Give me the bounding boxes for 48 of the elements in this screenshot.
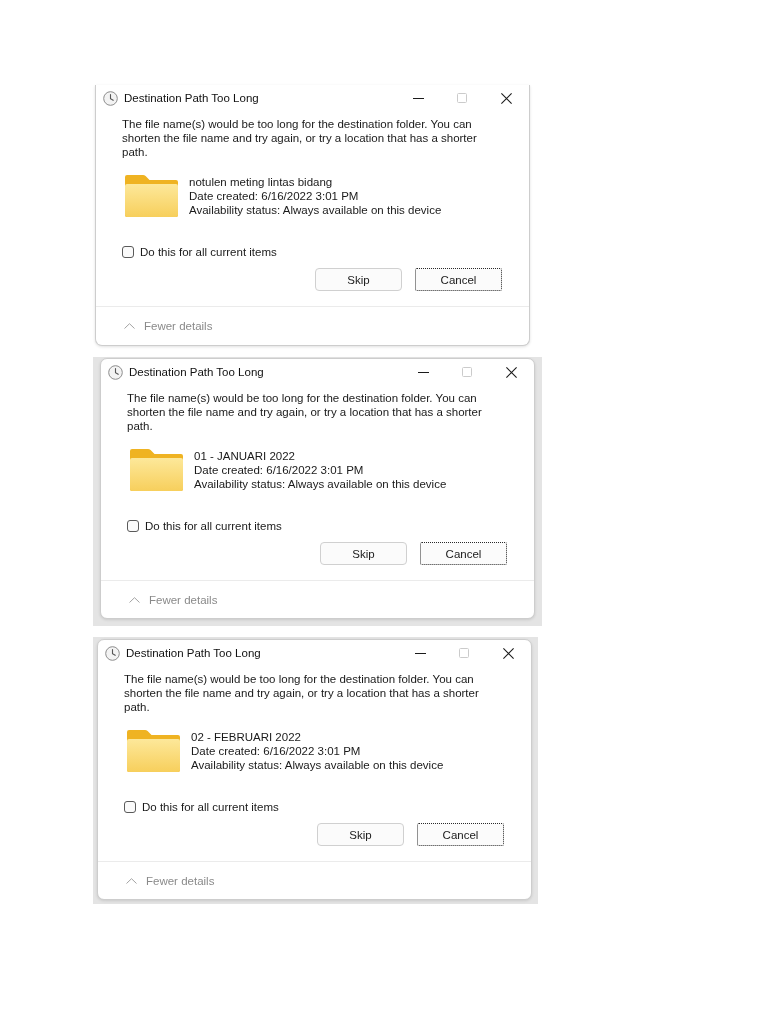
availability-status-text: Availability status: Always available on this device — [189, 203, 442, 217]
maximize-icon — [462, 367, 472, 377]
dialog-button[interactable]: Skip — [320, 542, 407, 565]
checkbox[interactable] — [124, 801, 136, 813]
date-created-text: Date created: 6/16/2022 3:01 PM — [194, 463, 365, 477]
maximize-icon — [459, 648, 469, 658]
folder-icon — [130, 449, 183, 491]
minimize-icon — [414, 652, 426, 654]
date-created-text: Date created: 6/16/2022 3:01 PM — [189, 189, 360, 203]
close-icon — [502, 647, 514, 659]
file-name: notulen meting lintas bidang — [189, 175, 334, 189]
chevron-up-icon — [124, 323, 135, 329]
details-toggle-button[interactable]: Fewer details — [126, 874, 215, 887]
checkbox[interactable] — [122, 246, 134, 258]
file-name: 01 - JANUARI 2022 — [194, 449, 296, 463]
minimize-icon — [412, 97, 424, 99]
folder-icon — [127, 730, 180, 772]
clock-icon — [108, 364, 123, 380]
message-text: The file name(s) would be too long for the destination folder. You can shorten the file name and try again, or try a location that has a shorter path. — [122, 117, 478, 159]
availability-status-text: Availability status: Always available on this device — [194, 477, 447, 491]
details-toggle-button[interactable]: Fewer details — [124, 320, 213, 332]
folder-icon — [125, 175, 178, 217]
dialog-button[interactable]: Skip — [317, 823, 404, 846]
chevron-up-icon — [126, 877, 137, 884]
dialog-button[interactable]: Skip — [315, 268, 402, 291]
message-text: The file name(s) would be too long for the destination folder. You can shorten the file name and try again, or try a location that has a shorter path. — [127, 391, 483, 433]
window-title: Destination Path Too Long — [124, 92, 259, 104]
maximize-icon — [457, 93, 467, 103]
window-title: Destination Path Too Long — [129, 366, 264, 378]
checkbox-label[interactable]: Do this for all current items — [142, 801, 279, 813]
window-title: Destination Path Too Long — [126, 647, 261, 659]
close-icon — [505, 366, 517, 378]
file-name: 02 - FEBRUARI 2022 — [191, 730, 302, 744]
availability-status-text: Availability status: Always available on this device — [191, 758, 444, 772]
clock-icon — [103, 90, 118, 106]
clock-icon — [105, 645, 120, 661]
date-created-text: Date created: 6/16/2022 3:01 PM — [191, 744, 362, 758]
dialog-button[interactable]: Cancel — [415, 268, 502, 291]
checkbox[interactable] — [127, 520, 139, 532]
minimize-icon — [417, 371, 429, 373]
checkbox-label[interactable]: Do this for all current items — [145, 520, 282, 532]
details-toggle-button[interactable]: Fewer details — [129, 593, 218, 606]
checkbox-label[interactable]: Do this for all current items — [140, 246, 277, 258]
message-text: The file name(s) would be too long for the destination folder. You can shorten the file name and try again, or try a location that has a shorter path. — [124, 672, 480, 714]
chevron-up-icon — [129, 596, 140, 603]
dialog-button[interactable]: Cancel — [417, 823, 504, 846]
dialog-button[interactable]: Cancel — [420, 542, 507, 565]
close-icon — [500, 92, 512, 104]
